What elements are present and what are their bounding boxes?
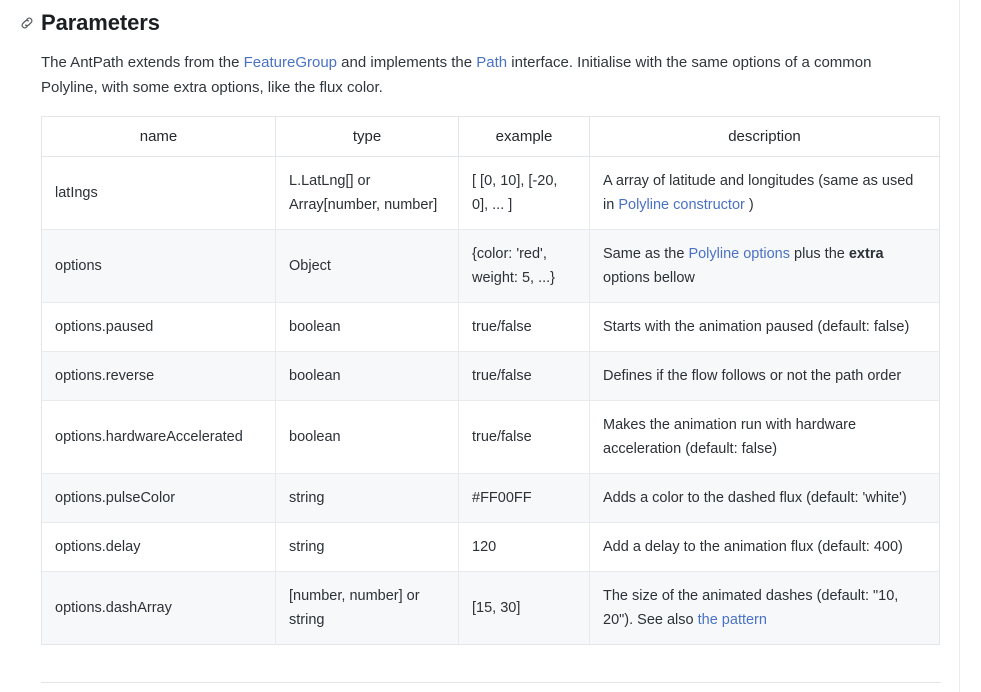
cell-type: boolean <box>275 351 459 401</box>
description-text: ) <box>744 197 754 213</box>
bottom-divider <box>41 682 941 683</box>
path-link[interactable]: Path <box>476 54 507 71</box>
description-text: plus the <box>790 246 849 262</box>
table-row: options.paused boolean true/false Starts wi… <box>41 302 940 352</box>
content-area: Parameters The AntPath extends from the … <box>0 0 959 645</box>
cell-name: options.paused <box>41 302 276 352</box>
page-root: Parameters The AntPath extends from the … <box>0 0 981 692</box>
table-row: options.pulseColor string #FF00FF Adds a co… <box>41 473 940 523</box>
table-row: latIngs L.LatLng[] or Array[number, numbe… <box>41 156 940 230</box>
intro-text-2: and implements the <box>337 54 477 71</box>
cell-example: [15, 30] <box>458 571 590 645</box>
container-right-edge <box>959 0 960 692</box>
cell-description: Defines if the flow follows or not the p… <box>589 351 940 401</box>
table-body: latIngs L.LatLng[] or Array[number, numbe… <box>41 156 940 645</box>
table-row: options Object {color: 'red', weight: 5, .… <box>41 229 940 303</box>
description-emphasis: extra <box>848 246 884 262</box>
page-title: Parameters <box>41 9 160 35</box>
description-link[interactable]: Polyline options <box>688 246 790 262</box>
cell-name: latIngs <box>41 156 276 230</box>
column-header-description: description <box>589 116 940 157</box>
table-header: name type example description <box>41 116 940 157</box>
cell-example: [ [0, 10], [-20, 0], ... ] <box>458 156 590 230</box>
cell-description: Starts with the animation paused (defaul… <box>589 302 940 352</box>
description-text: Add a delay to the animation flux (defau… <box>603 539 903 555</box>
cell-type: [number, number] or string <box>275 571 459 645</box>
cell-example: true/false <box>458 302 590 352</box>
description-text: Same as the <box>603 246 689 262</box>
cell-description: Same as the Polyline options plus the ex… <box>589 229 940 303</box>
cell-name: options.dashArray <box>41 571 276 645</box>
cell-example: true/false <box>458 351 590 401</box>
description-text: Defines if the flow follows or not the p… <box>603 368 902 384</box>
cell-description: The size of the animated dashes (default… <box>589 571 940 645</box>
description-text: Starts with the animation paused (defaul… <box>603 319 910 335</box>
cell-type: boolean <box>275 400 459 474</box>
cell-description: Makes the animation run with hardware ac… <box>589 400 940 474</box>
cell-name: options.delay <box>41 522 276 572</box>
intro-paragraph: The AntPath extends from the FeatureGrou… <box>0 36 925 100</box>
cell-name: options <box>41 229 276 303</box>
cell-example: #FF00FF <box>458 473 590 523</box>
description-text: Makes the animation run with hardware ac… <box>603 417 857 457</box>
table-header-row: name type example description <box>41 116 940 157</box>
cell-name: options.hardwareAccelerated <box>41 400 276 474</box>
cell-example: {color: 'red', weight: 5, ...} <box>458 229 590 303</box>
description-text: Adds a color to the dashed flux (default… <box>603 490 907 506</box>
featuregroup-link[interactable]: FeatureGroup <box>244 54 337 71</box>
cell-description: Add a delay to the animation flux (defau… <box>589 522 940 572</box>
link-anchor-icon[interactable] <box>18 14 36 32</box>
description-text: options bellow <box>603 270 695 286</box>
parameters-table: name type example description latIngs L.L… <box>41 116 940 645</box>
cell-type: boolean <box>275 302 459 352</box>
table-row: options.dashArray [number, number] or str… <box>41 571 940 645</box>
table-row: options.reverse boolean true/false Defines … <box>41 351 940 401</box>
column-header-name: name <box>41 116 276 157</box>
parameters-table-wrapper: name type example description latIngs L.L… <box>0 100 959 645</box>
table-row: options.delay string 120 Add a delay to the… <box>41 522 940 572</box>
cell-example: 120 <box>458 522 590 572</box>
cell-name: options.pulseColor <box>41 473 276 523</box>
table-row: options.hardwareAccelerated boolean true/f… <box>41 400 940 474</box>
cell-description: A array of latitude and longitudes (same… <box>589 156 940 230</box>
cell-type: string <box>275 473 459 523</box>
intro-text-1: The AntPath extends from the <box>41 54 244 71</box>
column-header-type: type <box>275 116 459 157</box>
cell-type: L.LatLng[] or Array[number, number] <box>275 156 459 230</box>
cell-example: true/false <box>458 400 590 474</box>
column-header-example: example <box>458 116 590 157</box>
cell-name: options.reverse <box>41 351 276 401</box>
section-heading: Parameters <box>0 0 959 36</box>
cell-type: string <box>275 522 459 572</box>
cell-description: Adds a color to the dashed flux (default… <box>589 473 940 523</box>
description-link[interactable]: Polyline constructor <box>618 197 745 213</box>
cell-type: Object <box>275 229 459 303</box>
description-link[interactable]: the pattern <box>698 612 767 628</box>
